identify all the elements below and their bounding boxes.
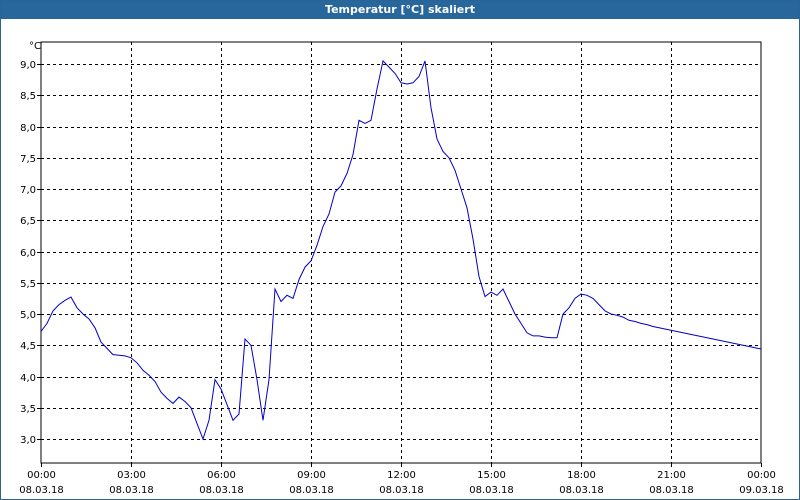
y-tick-label: 7,0 bbox=[20, 185, 36, 196]
y-tick-label: 8,5 bbox=[20, 91, 36, 102]
x-tick-time-label: 12:00 bbox=[387, 470, 416, 481]
x-tick-time-label: 21:00 bbox=[657, 470, 686, 481]
y-tick-label: 7,5 bbox=[20, 154, 36, 165]
x-tick-time-label: 18:00 bbox=[567, 470, 596, 481]
x-tick-date-label: 09.03.18 bbox=[739, 485, 784, 496]
x-axis: 00:00 08.03.18 03:00 08.03.18 06:00 08.03.18 0… bbox=[19, 463, 784, 496]
x-tick-date-label: 08.03.18 bbox=[289, 485, 334, 496]
x-tick-time-label: 06:00 bbox=[207, 470, 236, 481]
y-tick-label: 4,0 bbox=[20, 373, 36, 384]
y-tick-label: 5,5 bbox=[20, 279, 36, 290]
x-tick-date-label: 08.03.18 bbox=[19, 485, 64, 496]
y-tick-label: 6,0 bbox=[20, 248, 36, 259]
y-tick-label: 3,0 bbox=[20, 435, 36, 446]
chart-window: Temperatur [°C] skaliert 9,0 8,5 8,0 7,5 7,0… bbox=[0, 0, 800, 500]
line-chart: 9,08,58,07,57,06,56,05,55,04,54,03,53,0 … bbox=[19, 41, 784, 496]
x-tick-time-label: 09:00 bbox=[297, 470, 326, 481]
x-tick-date-label: 08.03.18 bbox=[649, 485, 694, 496]
y-tick-label: 4,5 bbox=[20, 341, 36, 352]
y-tick-label: 5,0 bbox=[20, 310, 36, 321]
y-tick-label: 6,5 bbox=[20, 216, 36, 227]
x-tick-time-label: 03:00 bbox=[117, 470, 146, 481]
x-tick-time-label: 00:00 bbox=[747, 470, 776, 481]
y-tick-label: 3,5 bbox=[20, 404, 36, 415]
y-tick-label: 9,0 bbox=[20, 60, 36, 71]
x-tick-date-label: 08.03.18 bbox=[109, 485, 154, 496]
x-tick-date-label: 08.03.18 bbox=[379, 485, 424, 496]
y-axis: 9,0 8,5 8,0 7,5 7,0 6,5 6,0 5,5 5,0 4,5 4,0 3,5 3,0 bbox=[20, 60, 41, 446]
x-tick-date-label: 08.03.18 bbox=[559, 485, 604, 496]
x-tick-time-label: 00:00 bbox=[27, 470, 56, 481]
x-tick-date-label: 08.03.18 bbox=[469, 485, 514, 496]
y-axis-unit: °C bbox=[29, 41, 41, 52]
x-tick-time-label: 15:00 bbox=[477, 470, 506, 481]
x-tick-date-label: 08.03.18 bbox=[199, 485, 244, 496]
y-tick-label: 8,0 bbox=[20, 123, 36, 134]
